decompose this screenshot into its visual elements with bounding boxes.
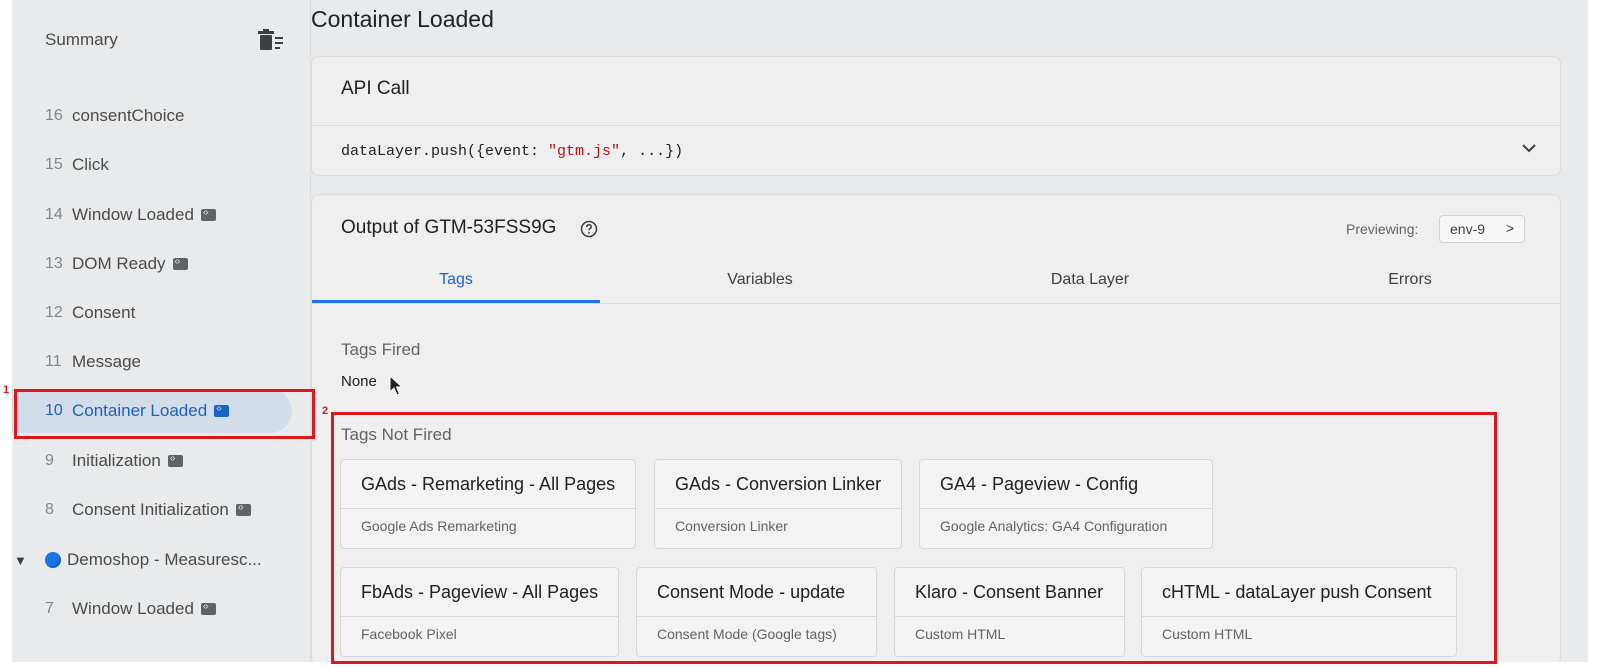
- code-badge-icon: [200, 601, 216, 615]
- event-label: Window Loaded: [72, 205, 216, 225]
- divider: [312, 125, 1560, 126]
- event-item-message[interactable]: 11 Message: [12, 340, 310, 384]
- event-item-consent[interactable]: 12 Consent: [12, 291, 310, 335]
- event-number: 13: [45, 255, 63, 272]
- chevron-down-icon[interactable]: [1520, 139, 1538, 157]
- event-item-window-loaded[interactable]: 14 Window Loaded: [12, 193, 310, 237]
- event-number: 14: [45, 206, 63, 223]
- event-label: DOM Ready: [72, 254, 188, 274]
- annotation-box: [14, 389, 315, 439]
- tab-tags[interactable]: Tags: [312, 257, 600, 303]
- previewing-label: Previewing:: [1346, 221, 1419, 237]
- tab-variables[interactable]: Variables: [600, 257, 920, 303]
- api-call-code: dataLayer.push({event: "gtm.js", ...}): [341, 143, 684, 160]
- event-item-initialization[interactable]: 9 Initialization: [12, 439, 310, 483]
- event-item-consentchoice[interactable]: 16 consentChoice: [12, 94, 310, 138]
- event-item-consent-initialization[interactable]: 8 Consent Initialization: [12, 488, 310, 532]
- page-dot-icon: [45, 552, 61, 568]
- tags-fired-heading: Tags Fired: [341, 340, 421, 359]
- environment-button[interactable]: env-9 >: [1439, 215, 1525, 243]
- event-item-dom-ready[interactable]: 13 DOM Ready: [12, 242, 310, 286]
- annotation-number: 1: [3, 384, 10, 396]
- annotation-box: [331, 412, 1497, 664]
- tags-fired-value: None: [341, 373, 377, 390]
- code-badge-icon: [167, 453, 183, 467]
- page-group-label: Demoshop - Measuresc...: [67, 550, 262, 569]
- event-number: 8: [45, 501, 54, 518]
- collapse-triangle-icon[interactable]: ▼: [14, 553, 27, 568]
- summary-label: Summary: [45, 30, 118, 49]
- output-title: Output of GTM-53FSS9G: [341, 217, 557, 238]
- event-label: Consent: [72, 303, 136, 322]
- page-title: Container Loaded: [311, 6, 494, 32]
- event-label: Message: [72, 352, 141, 371]
- tab-data-layer[interactable]: Data Layer: [920, 257, 1260, 303]
- event-label: Consent Initialization: [72, 500, 251, 520]
- annotation-number: 2: [322, 405, 329, 417]
- event-number: 11: [45, 353, 62, 370]
- event-label: Click: [72, 155, 109, 174]
- event-sidebar: Summary 16 consentChoice 15 Click 14 Win…: [12, 0, 311, 662]
- event-number: 12: [45, 304, 63, 321]
- mouse-cursor-icon: [389, 375, 403, 396]
- event-number: 15: [45, 156, 63, 173]
- event-number: 7: [45, 600, 54, 617]
- page-group-header[interactable]: ▼ Demoshop - Measuresc...: [12, 540, 310, 584]
- output-tabs: Tags Variables Data Layer Errors: [312, 257, 1560, 304]
- event-number: 16: [45, 107, 63, 124]
- event-label: Initialization: [72, 451, 183, 471]
- event-item-click[interactable]: 15 Click: [12, 143, 310, 187]
- event-label: Window Loaded: [72, 599, 216, 619]
- code-badge-icon: [235, 502, 251, 516]
- tab-errors[interactable]: Errors: [1260, 257, 1560, 303]
- event-label: consentChoice: [72, 106, 185, 125]
- code-badge-icon: [200, 207, 216, 221]
- event-item-window-loaded-prev[interactable]: 7 Window Loaded: [12, 587, 310, 631]
- api-call-title: API Call: [341, 78, 410, 99]
- code-badge-icon: [172, 256, 188, 270]
- event-number: 9: [45, 452, 54, 469]
- api-call-card: API Call dataLayer.push({event: "gtm.js"…: [311, 56, 1561, 176]
- active-tab-indicator: [312, 300, 600, 303]
- clear-list-icon[interactable]: [257, 28, 285, 54]
- summary-item[interactable]: Summary: [12, 0, 310, 80]
- help-icon[interactable]: [580, 220, 598, 238]
- environment-label: env-9: [1450, 221, 1486, 237]
- chevron-right-icon: >: [1505, 220, 1514, 236]
